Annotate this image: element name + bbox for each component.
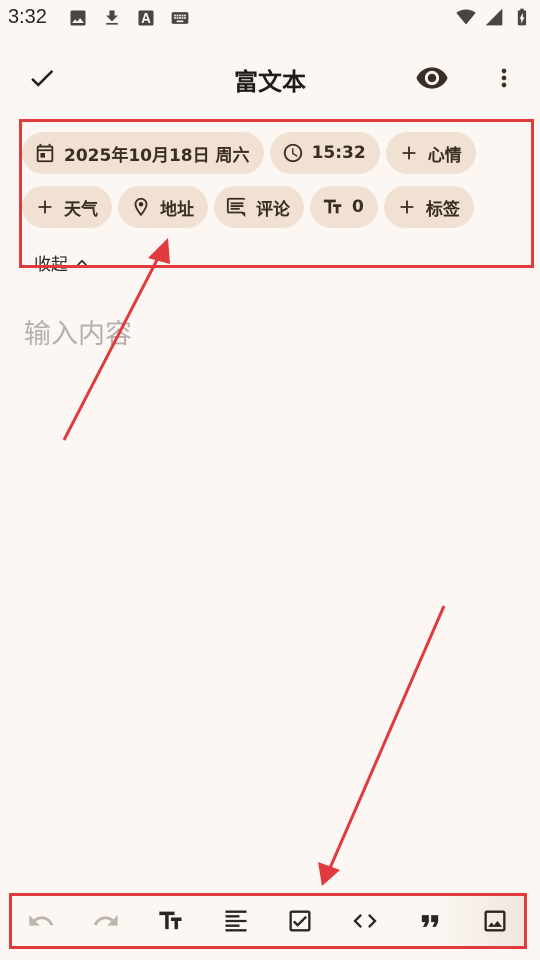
metadata-panel: 2025年10月18日 周六 15:32 心情 天气 地址 评论 0 标签 收起 — [20, 120, 532, 275]
comment-icon — [226, 197, 246, 218]
wifi-icon — [456, 9, 476, 25]
image-icon — [70, 10, 86, 26]
clock-icon — [283, 143, 302, 163]
checklist-button[interactable] — [275, 896, 325, 946]
keyboard-icon — [171, 12, 189, 24]
location-pin-icon — [134, 197, 148, 217]
date-label: 2025年10月18日 周六 — [64, 145, 250, 166]
preview-button[interactable] — [408, 54, 456, 102]
quote-button[interactable] — [405, 896, 455, 946]
editor-placeholder: 输入内容 — [24, 319, 132, 350]
mood-label: 心情 — [427, 145, 462, 166]
chip-row-2: 天气 地址 评论 0 标签 — [22, 186, 474, 228]
comment-chip[interactable]: 评论 — [214, 186, 304, 228]
plus-icon — [400, 200, 414, 214]
tag-chip[interactable]: 标签 — [383, 186, 474, 228]
signal-icon — [485, 8, 503, 26]
location-label: 地址 — [160, 199, 194, 220]
time-chip[interactable]: 15:32 — [269, 132, 380, 174]
word-count-label: 0 — [352, 197, 364, 217]
redo-icon — [93, 915, 118, 926]
text-size-icon — [159, 911, 182, 930]
collapse-label: 收起 — [34, 255, 68, 275]
battery-charging-icon — [517, 8, 527, 26]
page-title: 富文本 — [234, 68, 306, 96]
text-size-button[interactable] — [146, 896, 196, 946]
location-chip[interactable]: 地址 — [118, 186, 208, 228]
quote-icon — [421, 915, 439, 927]
collapse-toggle[interactable]: 收起 — [34, 250, 92, 275]
weather-label: 天气 — [64, 199, 98, 220]
plus-icon — [402, 146, 416, 160]
formatting-toolbar — [10, 894, 526, 948]
checkbox-icon — [289, 910, 311, 932]
date-chip[interactable]: 2025年10月18日 周六 — [22, 132, 264, 174]
calendar-icon — [36, 143, 54, 163]
align-button[interactable] — [211, 896, 261, 946]
status-system-icons — [456, 7, 532, 27]
code-button[interactable] — [340, 896, 390, 946]
undo-button[interactable] — [16, 896, 66, 946]
annotation-arrowhead-down — [318, 862, 340, 886]
status-notifications — [68, 8, 190, 28]
a-letter-icon — [138, 10, 154, 26]
app-bar: 富文本 — [0, 48, 540, 108]
status-bar: 3:32 — [0, 0, 540, 36]
word-count-chip[interactable]: 0 — [310, 186, 378, 228]
chip-row-1: 2025年10月18日 周六 15:32 心情 — [22, 132, 476, 174]
eye-icon — [416, 67, 448, 89]
undo-icon — [29, 915, 54, 926]
weather-chip[interactable]: 天气 — [22, 186, 112, 228]
time-label: 15:32 — [311, 143, 366, 163]
more-vert-icon — [501, 68, 507, 88]
comment-label: 评论 — [256, 199, 290, 220]
text-size-icon — [323, 199, 342, 214]
more-options-button[interactable] — [480, 54, 528, 102]
code-icon — [353, 914, 377, 928]
tag-label: 标签 — [425, 199, 460, 220]
plus-icon — [38, 200, 52, 214]
status-time: 3:32 — [8, 6, 47, 28]
align-left-icon — [225, 910, 247, 932]
mood-chip[interactable]: 心情 — [385, 132, 476, 174]
content-editor[interactable]: 输入内容 — [24, 312, 514, 852]
insert-image-button[interactable] — [470, 896, 520, 946]
download-icon — [106, 10, 118, 25]
chevron-up-icon — [77, 259, 87, 266]
redo-button[interactable] — [81, 896, 131, 946]
image-icon — [484, 910, 506, 932]
